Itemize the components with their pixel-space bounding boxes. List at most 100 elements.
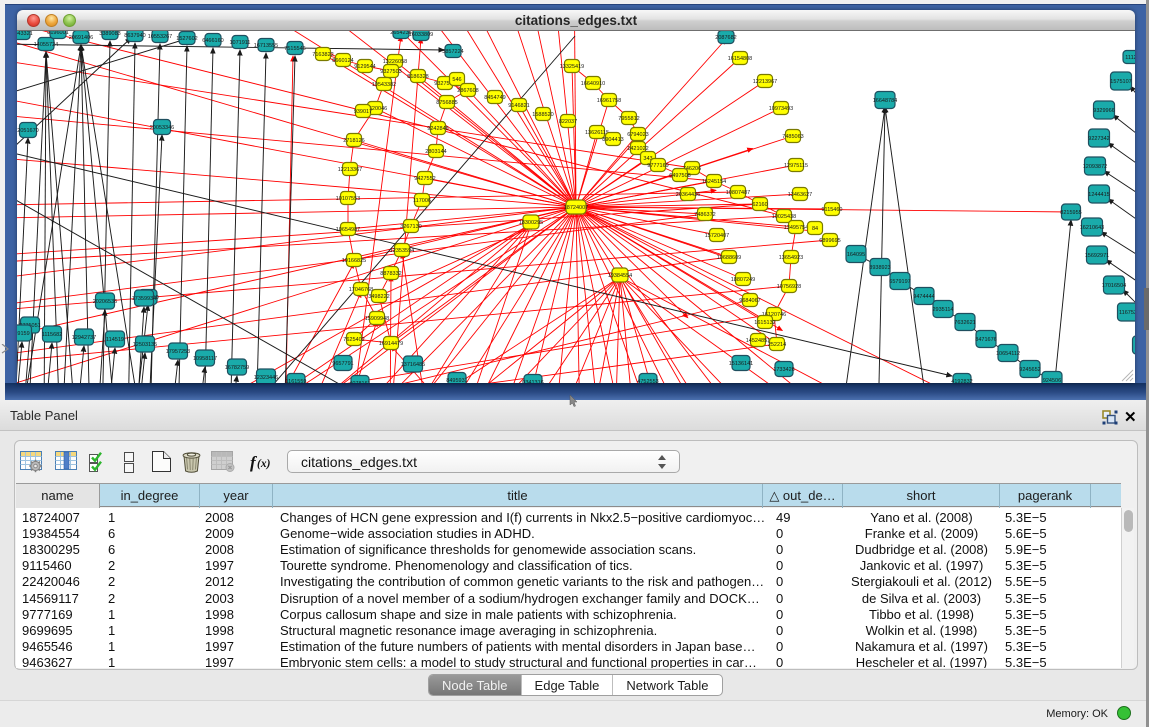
- svg-text:39159: 39159: [17, 331, 30, 337]
- svg-text:15909948: 15909948: [365, 316, 389, 322]
- svg-text:0341316: 0341316: [522, 380, 543, 383]
- svg-text:10654112: 10654112: [996, 351, 1020, 357]
- svg-text:16782759: 16782759: [225, 365, 249, 371]
- svg-text:(x): (x): [257, 458, 271, 470]
- svg-text:16961758: 16961758: [597, 98, 621, 104]
- svg-text:18724007: 18724007: [564, 205, 588, 211]
- svg-text:16210643: 16210643: [1080, 225, 1104, 231]
- svg-text:17046768: 17046768: [349, 287, 373, 293]
- svg-text:114519: 114519: [106, 337, 124, 343]
- svg-text:6794023: 6794023: [627, 132, 648, 138]
- svg-text:9129544: 9129544: [354, 64, 375, 70]
- svg-text:20053346: 20053346: [150, 125, 174, 131]
- svg-text:8756885: 8756885: [436, 100, 457, 106]
- svg-text:8215955: 8215955: [1060, 210, 1081, 216]
- svg-text:2051670: 2051670: [17, 128, 38, 134]
- svg-text:15692971: 15692971: [1085, 253, 1109, 259]
- svg-text:1161559: 1161559: [285, 379, 306, 383]
- svg-text:1244415: 1244415: [1088, 192, 1109, 198]
- svg-text:7163822: 7163822: [312, 52, 333, 58]
- svg-text:2087682: 2087682: [715, 35, 736, 41]
- svg-text:10688609: 10688609: [717, 255, 741, 261]
- svg-text:16245154: 16245154: [702, 179, 726, 185]
- svg-text:10654987: 10654987: [336, 227, 360, 233]
- svg-text:7485063: 7485063: [782, 134, 803, 140]
- svg-text:9227342: 9227342: [1088, 136, 1109, 142]
- svg-text:8660124: 8660124: [332, 58, 353, 64]
- svg-text:10025438: 10025438: [772, 214, 796, 220]
- svg-text:12975115: 12975115: [784, 163, 808, 169]
- svg-text:822037: 822037: [559, 119, 577, 125]
- svg-text:117006: 117006: [413, 198, 431, 204]
- svg-text:14055724: 14055724: [34, 42, 58, 48]
- svg-text:12503135: 12503135: [133, 342, 157, 348]
- svg-text:13463627: 13463627: [788, 192, 812, 198]
- svg-text:546: 546: [452, 77, 461, 83]
- svg-text:9115460: 9115460: [821, 207, 842, 213]
- svg-text:7955812: 7955812: [618, 116, 639, 122]
- svg-text:164095: 164095: [847, 252, 865, 258]
- svg-text:8495931: 8495931: [446, 378, 467, 383]
- svg-text:12942737: 12942737: [72, 335, 96, 341]
- svg-text:3389083: 3389083: [99, 31, 120, 37]
- svg-text:7625402: 7625402: [343, 337, 364, 343]
- svg-text:20206536: 20206536: [93, 299, 117, 305]
- svg-text:10553267: 10553267: [148, 34, 172, 40]
- svg-text:1588520: 1588520: [532, 112, 553, 118]
- svg-text:18300295: 18300295: [519, 220, 543, 226]
- svg-text:84: 84: [812, 226, 818, 232]
- svg-text:16713555: 16713555: [254, 43, 278, 49]
- svg-text:12213967: 12213967: [753, 79, 777, 85]
- svg-text:116753: 116753: [1119, 310, 1135, 316]
- svg-text:7486372: 7486372: [694, 212, 715, 218]
- svg-text:8454749: 8454749: [484, 95, 505, 101]
- svg-text:17016504: 17016504: [1102, 283, 1126, 289]
- svg-text:19166825: 19166825: [342, 258, 366, 264]
- svg-text:1071911: 1071911: [229, 40, 250, 46]
- svg-text:1733426: 1733426: [773, 367, 794, 373]
- svg-text:6899695: 6899695: [819, 238, 840, 244]
- svg-text:12353594: 12353594: [390, 248, 414, 254]
- svg-text:1115682: 1115682: [42, 332, 63, 338]
- svg-text:8878332: 8878332: [380, 271, 401, 277]
- svg-text:15136141: 15136141: [729, 361, 753, 367]
- svg-text:9684067: 9684067: [739, 298, 760, 304]
- svg-text:8938923: 8938923: [869, 265, 890, 271]
- svg-text:16154808: 16154808: [728, 56, 752, 62]
- svg-text:13495754: 13495754: [784, 225, 808, 231]
- svg-text:9146821: 9146821: [508, 103, 529, 109]
- svg-text:6579197: 6579197: [889, 279, 910, 285]
- svg-text:3267130: 3267130: [400, 224, 421, 230]
- svg-text:7632621: 7632621: [954, 320, 975, 326]
- svg-text:6497508: 6497508: [669, 173, 690, 179]
- svg-text:8196001: 8196001: [47, 31, 68, 36]
- svg-text:7515546: 7515546: [284, 46, 305, 52]
- svg-text:10543382: 10543382: [372, 82, 396, 88]
- svg-text:16640910: 16640910: [581, 81, 605, 87]
- svg-text:10973493: 10973493: [769, 106, 793, 112]
- svg-text:4078161: 4078161: [349, 381, 370, 383]
- svg-text:2935114: 2935114: [932, 307, 953, 313]
- svg-text:15720407: 15720407: [705, 233, 729, 239]
- svg-text:14524851: 14524851: [746, 338, 770, 344]
- svg-text:9777169: 9777169: [647, 163, 668, 169]
- svg-text:1112: 1112: [1125, 55, 1135, 61]
- svg-text:3857224: 3857224: [442, 49, 463, 55]
- svg-text:20691406: 20691406: [69, 35, 93, 41]
- svg-text:8904413: 8904413: [602, 137, 623, 143]
- svg-text:17957253: 17957253: [166, 349, 190, 355]
- svg-text:9242845: 9242845: [427, 126, 448, 132]
- svg-text:939017: 939017: [354, 109, 372, 115]
- svg-text:9245652: 9245652: [1019, 367, 1040, 373]
- svg-text:12213367: 12213367: [338, 167, 362, 173]
- svg-text:2803144: 2803144: [425, 149, 446, 155]
- svg-text:2718126: 2718126: [343, 138, 364, 144]
- svg-text:20364436: 20364436: [676, 192, 700, 198]
- svg-text:8471676: 8471676: [975, 337, 996, 343]
- svg-text:13716485: 13716485: [401, 362, 425, 368]
- svg-text:6466160: 6466160: [202, 38, 223, 44]
- svg-text:9657791: 9657791: [332, 361, 353, 367]
- svg-text:9474444: 9474444: [913, 294, 934, 300]
- svg-text:16648784: 16648784: [873, 98, 897, 104]
- svg-text:13654923: 13654923: [779, 255, 803, 261]
